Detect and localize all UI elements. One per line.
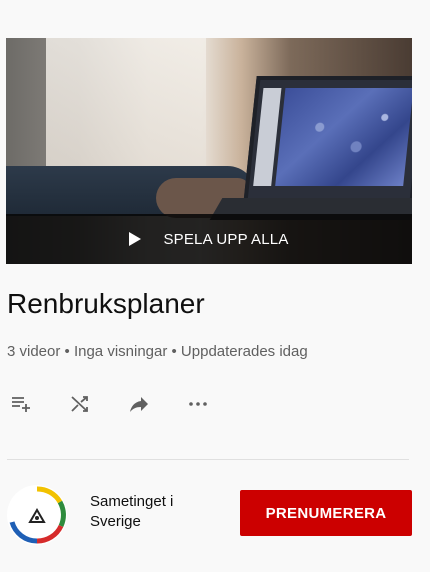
divider: [7, 459, 409, 460]
playlist-meta: 3 videor • Inga visningar • Uppdaterades…: [7, 343, 308, 360]
play-icon: [129, 232, 142, 246]
play-all-label: SPELA UPP ALLA: [163, 230, 289, 248]
play-all-button[interactable]: SPELA UPP ALLA: [6, 214, 412, 264]
playlist-thumbnail[interactable]: SPELA UPP ALLA: [6, 38, 412, 264]
playlist-actions: [7, 390, 243, 418]
more-button[interactable]: [184, 390, 212, 418]
playlist-title: Renbruksplaner: [7, 288, 205, 319]
shuffle-icon: [71, 396, 88, 412]
shuffle-button[interactable]: [66, 390, 94, 418]
share-icon: [130, 397, 148, 412]
more-icon: [189, 402, 207, 406]
channel-name[interactable]: Sametinget i Sverige: [90, 492, 210, 532]
playlist-panel: SPELA UPP ALLA Renbruksplaner 3 videor •…: [0, 0, 430, 572]
thumbnail-map: [275, 88, 412, 186]
share-button[interactable]: [125, 390, 153, 418]
add-to-queue-icon: [12, 397, 30, 412]
add-to-queue-button[interactable]: [7, 390, 35, 418]
thumbnail-laptop-screen: [243, 76, 412, 204]
channel-avatar[interactable]: [6, 484, 68, 546]
subscribe-button[interactable]: PRENUMERERA: [240, 490, 412, 536]
